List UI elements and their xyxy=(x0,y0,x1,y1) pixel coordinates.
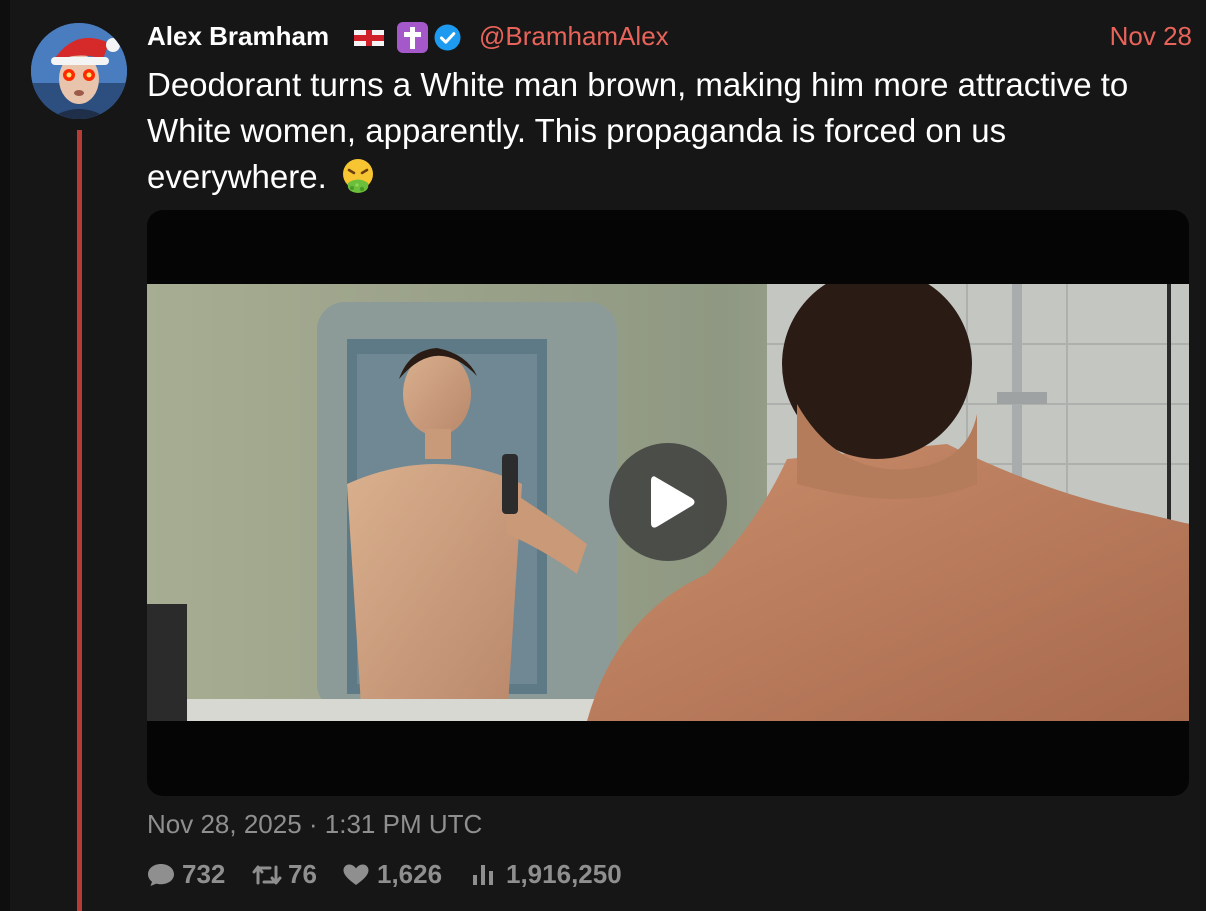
left-edge-divider xyxy=(0,0,10,911)
thread-line xyxy=(77,130,82,911)
reply-button[interactable]: 732 xyxy=(147,857,237,891)
reply-count: 732 xyxy=(182,859,226,889)
latin-cross-icon xyxy=(397,22,428,53)
views-button[interactable]: 1,916,250 xyxy=(472,857,637,891)
retweet-icon xyxy=(252,865,282,885)
tweet-text: Deodorant turns a White man brown, makin… xyxy=(147,62,1192,200)
like-count: 1,626 xyxy=(377,859,443,889)
video-player[interactable] xyxy=(147,210,1189,796)
verified-badge-icon xyxy=(434,24,461,51)
post-timestamp[interactable]: Nov 28, 2025 · 1:31 PM UTC xyxy=(147,808,482,840)
tweet-page: Alex Bramham @BramhamAlex Nov 28 Deodora… xyxy=(0,0,1206,911)
comment-icon xyxy=(148,864,174,886)
like-button[interactable]: 1,626 xyxy=(342,857,452,891)
post-header: Alex Bramham @BramhamAlex Nov 28 xyxy=(147,20,1192,54)
bar-chart-icon xyxy=(473,865,493,885)
vomiting-face-emoji xyxy=(342,159,373,193)
tweet-body: Deodorant turns a White man brown, makin… xyxy=(147,66,1129,195)
play-icon xyxy=(651,476,695,528)
avatar-image xyxy=(31,23,127,119)
avatar[interactable] xyxy=(31,23,127,119)
england-flag-icon xyxy=(354,30,384,46)
retweet-button[interactable]: 76 xyxy=(252,857,337,891)
views-count: 1,916,250 xyxy=(506,859,622,889)
play-button[interactable] xyxy=(609,443,727,561)
retweet-count: 76 xyxy=(288,859,317,889)
post-date[interactable]: Nov 28 xyxy=(1110,20,1192,52)
author-name[interactable]: Alex Bramham xyxy=(147,20,329,52)
heart-icon xyxy=(343,864,369,885)
author-handle[interactable]: @BramhamAlex xyxy=(479,20,669,52)
